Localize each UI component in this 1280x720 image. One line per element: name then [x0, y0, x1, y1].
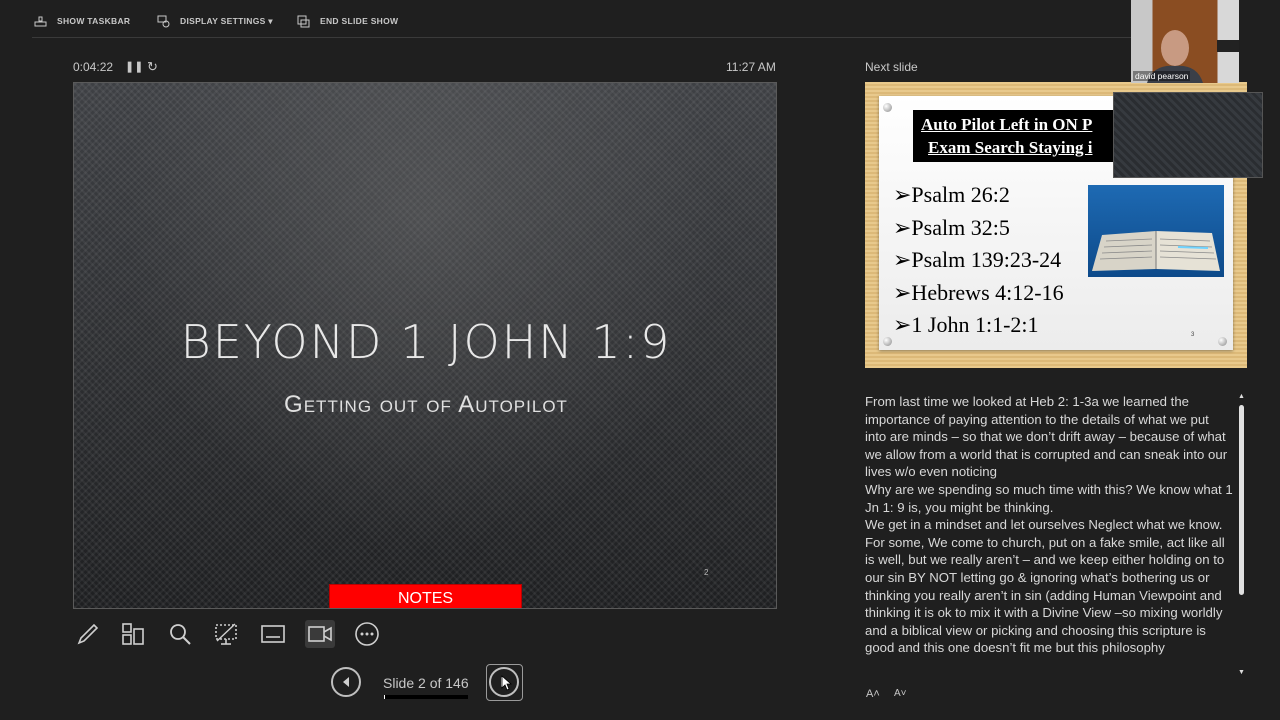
- zoom-button[interactable]: [165, 620, 195, 648]
- notes-scroll-thumb[interactable]: [1239, 405, 1244, 595]
- end-slide-show-label: END SLIDE SHOW: [320, 16, 399, 26]
- mouse-cursor-icon: [501, 675, 513, 691]
- speaker-notes[interactable]: From last time we looked at Heb 2: 1-3a …: [865, 393, 1233, 677]
- display-settings-icon: [157, 15, 170, 27]
- decrease-font-button[interactable]: A˅: [894, 688, 907, 699]
- previous-slide-button[interactable]: [331, 667, 361, 697]
- slide-progress-fill: [384, 695, 386, 699]
- next-slide-item: ➢Psalm 26:2: [893, 182, 1010, 207]
- next-slide-item: ➢Psalm 32:5: [893, 215, 1010, 240]
- notes-button[interactable]: NOTES: [329, 584, 522, 608]
- more-options-button[interactable]: [352, 620, 382, 648]
- next-slide-item: ➢Psalm 139:23-24: [893, 247, 1062, 272]
- increase-font-button[interactable]: A˄: [866, 688, 880, 700]
- show-taskbar-button[interactable]: SHOW TASKBAR: [34, 12, 130, 30]
- taskbar-icon: [34, 16, 47, 26]
- display-settings-button[interactable]: DISPLAY SETTINGS ▾: [157, 12, 273, 30]
- scroll-up-icon[interactable]: ▲: [1238, 393, 1245, 400]
- end-slide-show-button[interactable]: END SLIDE SHOW: [297, 12, 398, 30]
- slide-counter[interactable]: Slide 2 of 146: [383, 675, 469, 691]
- more-icon: [355, 622, 379, 646]
- current-slide[interactable]: BEYOND 1 JOHN 1:9 Getting out of Autopil…: [73, 82, 777, 609]
- next-slide-label: Next slide: [865, 60, 918, 74]
- camera-icon: [308, 626, 332, 642]
- end-show-icon: [297, 15, 310, 27]
- previous-icon: [343, 677, 349, 687]
- participant-name: david pearson: [1133, 71, 1191, 81]
- pin-icon: [1218, 337, 1227, 346]
- slide-subtitle: Getting out of Autopilot: [284, 391, 568, 418]
- clock: 11:27 AM: [726, 60, 776, 74]
- speaker-notes-text: From last time we looked at Heb 2: 1-3a …: [865, 394, 1233, 656]
- camera-overlay: [1113, 92, 1263, 178]
- pin-icon: [883, 103, 892, 112]
- display-settings-label: DISPLAY SETTINGS ▾: [180, 15, 273, 26]
- slide-title: BEYOND 1 JOHN 1:9: [180, 315, 672, 369]
- subtitles-icon: [261, 625, 285, 643]
- pin-icon: [883, 337, 892, 346]
- see-all-slides-button[interactable]: [118, 620, 148, 648]
- toolbar-divider: [32, 37, 1132, 38]
- laser-pointer-icon: [215, 623, 237, 645]
- slide-progress-bar: [384, 695, 468, 699]
- show-taskbar-label: SHOW TASKBAR: [57, 16, 131, 26]
- elapsed-timer: 0:04:22: [73, 60, 114, 74]
- notes-scrollbar[interactable]: ▲ ▼: [1237, 393, 1247, 679]
- bible-image: [1088, 185, 1224, 277]
- next-slide-item: ➢1 John 1:1-2:1: [893, 312, 1039, 337]
- laser-pointer-button[interactable]: [211, 620, 241, 648]
- pen-tool-button[interactable]: [73, 620, 103, 648]
- next-slide-item: ➢Hebrews 4:12-16: [893, 280, 1064, 305]
- pause-icon[interactable]: ❚❚: [125, 60, 143, 73]
- participant-video[interactable]: david pearson: [1131, 0, 1239, 83]
- pen-icon: [77, 623, 99, 645]
- next-slide-number: 3: [1191, 332, 1195, 338]
- camera-button[interactable]: [305, 620, 335, 648]
- slides-grid-icon: [122, 623, 144, 645]
- restart-icon[interactable]: ↻: [147, 59, 158, 75]
- zoom-icon: [170, 624, 191, 645]
- scroll-down-icon[interactable]: ▼: [1238, 669, 1245, 676]
- slide-number: 2: [704, 568, 709, 577]
- subtitles-button[interactable]: [258, 620, 288, 648]
- open-bible-icon: [1092, 231, 1220, 271]
